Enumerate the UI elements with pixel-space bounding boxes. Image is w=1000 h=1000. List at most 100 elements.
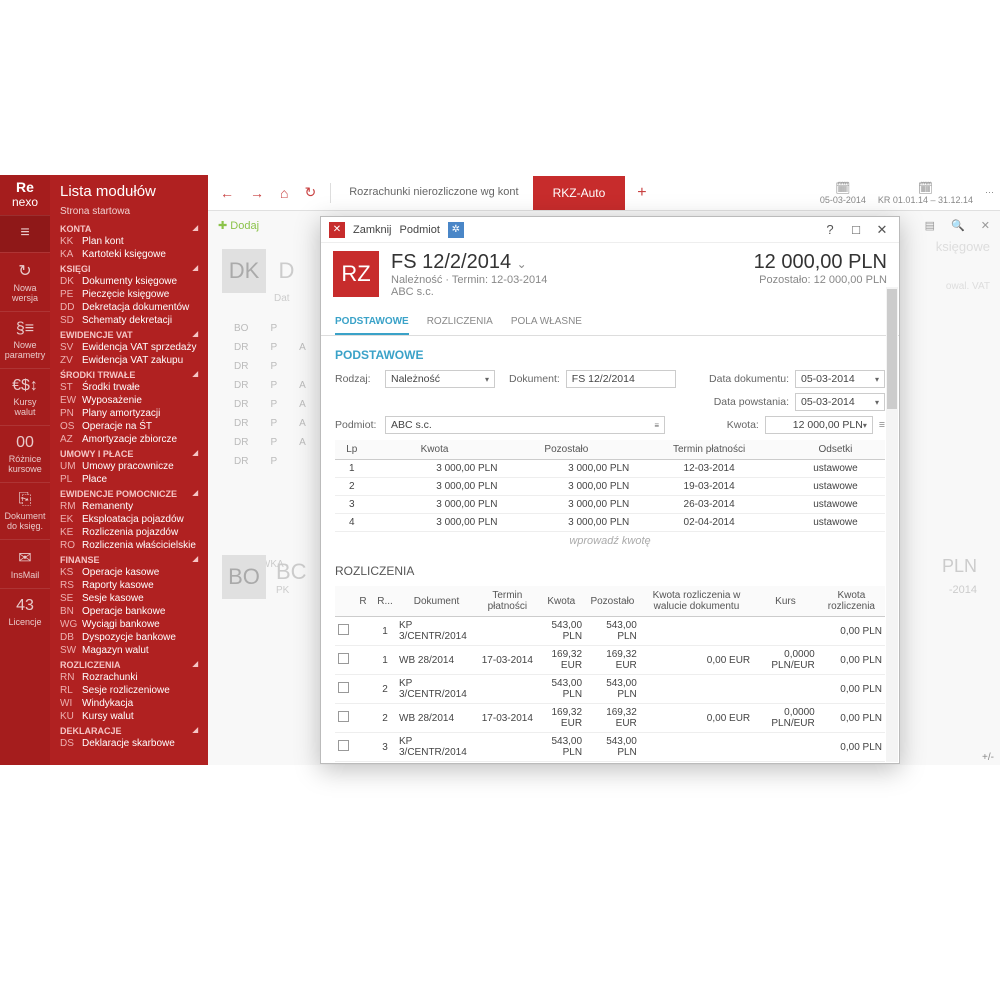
nav-forward-icon[interactable]: →: [244, 181, 270, 205]
nav-refresh-icon[interactable]: ↻: [298, 180, 322, 205]
module-item[interactable]: PNPlany amortyzacji: [50, 407, 208, 420]
module-group[interactable]: KSIĘGI◢: [50, 261, 208, 275]
table-row[interactable]: 1WB 28/201417-03-2014169,32 EUR169,32 EU…: [335, 646, 885, 675]
new-tab-icon[interactable]: +: [629, 184, 654, 202]
module-item[interactable]: ZVEwidencja VAT zakupu: [50, 354, 208, 367]
window-close-icon[interactable]: ✕: [873, 222, 891, 238]
module-item[interactable]: DSDeklaracje skarbowe: [50, 737, 208, 750]
table-row[interactable]: 3KP 3/CENTR/2014543,00 PLN543,00 PLN0,00…: [335, 733, 885, 762]
date-picker[interactable]: 🗓05-03-2014: [820, 181, 866, 205]
module-item[interactable]: RNRozrachunki: [50, 671, 208, 684]
start-page-link[interactable]: Strona startowa: [50, 204, 208, 221]
module-group[interactable]: ROZLICZENIA◢: [50, 657, 208, 671]
table-row[interactable]: 23 000,00 PLN3 000,00 PLN19-03-2014ustaw…: [335, 478, 885, 496]
doc-title[interactable]: FS 12/2/2014 ⌄: [391, 251, 742, 274]
footer-plus-minus[interactable]: +/-: [982, 752, 994, 763]
tab-pola-wlasne[interactable]: POLA WŁASNE: [511, 310, 582, 335]
iconbar-toggle[interactable]: ≡: [0, 215, 50, 252]
tab-rozliczenia[interactable]: ROZLICZENIA: [427, 310, 493, 335]
row-checkbox[interactable]: [338, 653, 349, 664]
row-checkbox[interactable]: [338, 740, 349, 751]
table-row[interactable]: 3WB 28/201417-03-2014169,32 EUR169,32 EU…: [335, 762, 885, 764]
help-icon[interactable]: ?: [821, 222, 839, 237]
module-item[interactable]: UMUmowy pracownicze: [50, 460, 208, 473]
maximize-icon[interactable]: □: [847, 222, 865, 237]
close-label[interactable]: Zamknij: [353, 224, 392, 236]
table-row[interactable]: 43 000,00 PLN3 000,00 PLN02-04-2014ustaw…: [335, 514, 885, 532]
iconbar-item[interactable]: 43Licencje: [0, 588, 50, 635]
kwota-field[interactable]: 12 000,00 PLN ▾: [765, 416, 873, 434]
table-row[interactable]: 13 000,00 PLN3 000,00 PLN12-03-2014ustaw…: [335, 460, 885, 478]
module-group[interactable]: EWIDENCJE POMOCNICZE◢: [50, 486, 208, 500]
data-powstania-field[interactable]: 05-03-2014▾: [795, 393, 885, 411]
module-item[interactable]: SDSchematy dekretacji: [50, 314, 208, 327]
module-item[interactable]: AZAmortyzacje zbiorcze: [50, 433, 208, 446]
row-checkbox[interactable]: [338, 711, 349, 722]
module-group[interactable]: EWIDENCJE VAT◢: [50, 327, 208, 341]
module-item[interactable]: DBDyspozycje bankowe: [50, 631, 208, 644]
module-group[interactable]: FINANSE◢: [50, 552, 208, 566]
tab-rozrachunki[interactable]: Rozrachunki nierozliczone wg kont: [339, 182, 528, 203]
module-item[interactable]: RSRaporty kasowe: [50, 579, 208, 592]
module-item[interactable]: RORozliczenia właścicielskie: [50, 539, 208, 552]
search-icon[interactable]: 🔍: [951, 219, 965, 232]
iconbar-item[interactable]: 00Różnice kursowe: [0, 425, 50, 482]
module-item[interactable]: PEPieczęcie księgowe: [50, 288, 208, 301]
filter-icon[interactable]: ▤: [925, 219, 935, 232]
module-item[interactable]: RMRemanenty: [50, 500, 208, 513]
scrollbar[interactable]: [886, 287, 898, 762]
data-dokumentu-field[interactable]: 05-03-2014▾: [795, 370, 885, 388]
module-item[interactable]: STŚrodki trwałe: [50, 381, 208, 394]
table-row[interactable]: 2WB 28/201417-03-2014169,32 EUR169,32 EU…: [335, 704, 885, 733]
module-item[interactable]: SVEwidencja VAT sprzedaży: [50, 341, 208, 354]
table-row[interactable]: 1KP 3/CENTR/2014543,00 PLN543,00 PLN0,00…: [335, 617, 885, 646]
module-item[interactable]: KKPlan kont: [50, 235, 208, 248]
menu-icon[interactable]: ≡: [879, 419, 885, 431]
tab-rkz-auto[interactable]: RKZ-Auto: [533, 176, 626, 210]
iconbar-item[interactable]: €$↕Kursy walut: [0, 368, 50, 425]
table-row[interactable]: 33 000,00 PLN3 000,00 PLN26-03-2014ustaw…: [335, 496, 885, 514]
module-item[interactable]: KAKartoteki księgowe: [50, 248, 208, 261]
add-button[interactable]: ✚ Dodaj: [218, 219, 259, 232]
iconbar-item[interactable]: ↻Nowa wersja: [0, 252, 50, 311]
iconbar-item[interactable]: §≡Nowe parametry: [0, 311, 50, 368]
nav-home-icon[interactable]: ⌂: [274, 181, 294, 205]
module-item[interactable]: PLPłace: [50, 473, 208, 486]
close-filter-icon[interactable]: ✕: [981, 219, 990, 232]
nav-back-icon[interactable]: ←: [214, 181, 240, 205]
iconbar-item[interactable]: ✉InsMail: [0, 539, 50, 588]
section-podstawowe: PODSTAWOWE: [335, 348, 885, 362]
module-item[interactable]: EKEksploatacja pojazdów: [50, 513, 208, 526]
module-group[interactable]: ŚRODKI TRWAŁE◢: [50, 367, 208, 381]
row-checkbox[interactable]: [338, 624, 349, 635]
tab-podstawowe[interactable]: PODSTAWOWE: [335, 310, 409, 335]
module-item[interactable]: BNOperacje bankowe: [50, 605, 208, 618]
podmiot-button[interactable]: Podmiot: [400, 224, 440, 236]
close-icon[interactable]: ✕: [329, 222, 345, 238]
module-group[interactable]: KONTA◢: [50, 221, 208, 235]
module-group[interactable]: DEKLARACJE◢: [50, 723, 208, 737]
gear-icon[interactable]: ✲: [448, 222, 464, 238]
module-item[interactable]: SESesje kasowe: [50, 592, 208, 605]
module-item[interactable]: OSOperacje na ŚT: [50, 420, 208, 433]
module-group[interactable]: UMOWY I PŁACE◢: [50, 446, 208, 460]
module-item[interactable]: SWMagazyn walut: [50, 644, 208, 657]
module-item[interactable]: WGWyciągi bankowe: [50, 618, 208, 631]
module-item[interactable]: RLSesje rozliczeniowe: [50, 684, 208, 697]
period-picker[interactable]: 🗓KR 01.01.14 – 31.12.14: [878, 181, 973, 205]
module-item[interactable]: KERozliczenia pojazdów: [50, 526, 208, 539]
module-item[interactable]: KSOperacje kasowe: [50, 566, 208, 579]
module-item[interactable]: DDDekretacja dokumentów: [50, 301, 208, 314]
module-item[interactable]: WIWindykacja: [50, 697, 208, 710]
module-item[interactable]: KUKursy walut: [50, 710, 208, 723]
module-item[interactable]: DKDokumenty księgowe: [50, 275, 208, 288]
enter-amount-hint[interactable]: wprowadź kwotę: [335, 532, 885, 550]
more-icon[interactable]: ⋯: [985, 187, 994, 198]
row-checkbox[interactable]: [338, 682, 349, 693]
table-row[interactable]: 2KP 3/CENTR/2014543,00 PLN543,00 PLN0,00…: [335, 675, 885, 704]
iconbar-item[interactable]: ⎘Dokument do księg.: [0, 482, 50, 539]
rodzaj-select[interactable]: Należność▾: [385, 370, 495, 388]
dokument-field[interactable]: FS 12/2/2014: [566, 370, 676, 388]
podmiot-field[interactable]: ABC s.c.≡: [385, 416, 665, 434]
module-item[interactable]: EWWyposażenie: [50, 394, 208, 407]
